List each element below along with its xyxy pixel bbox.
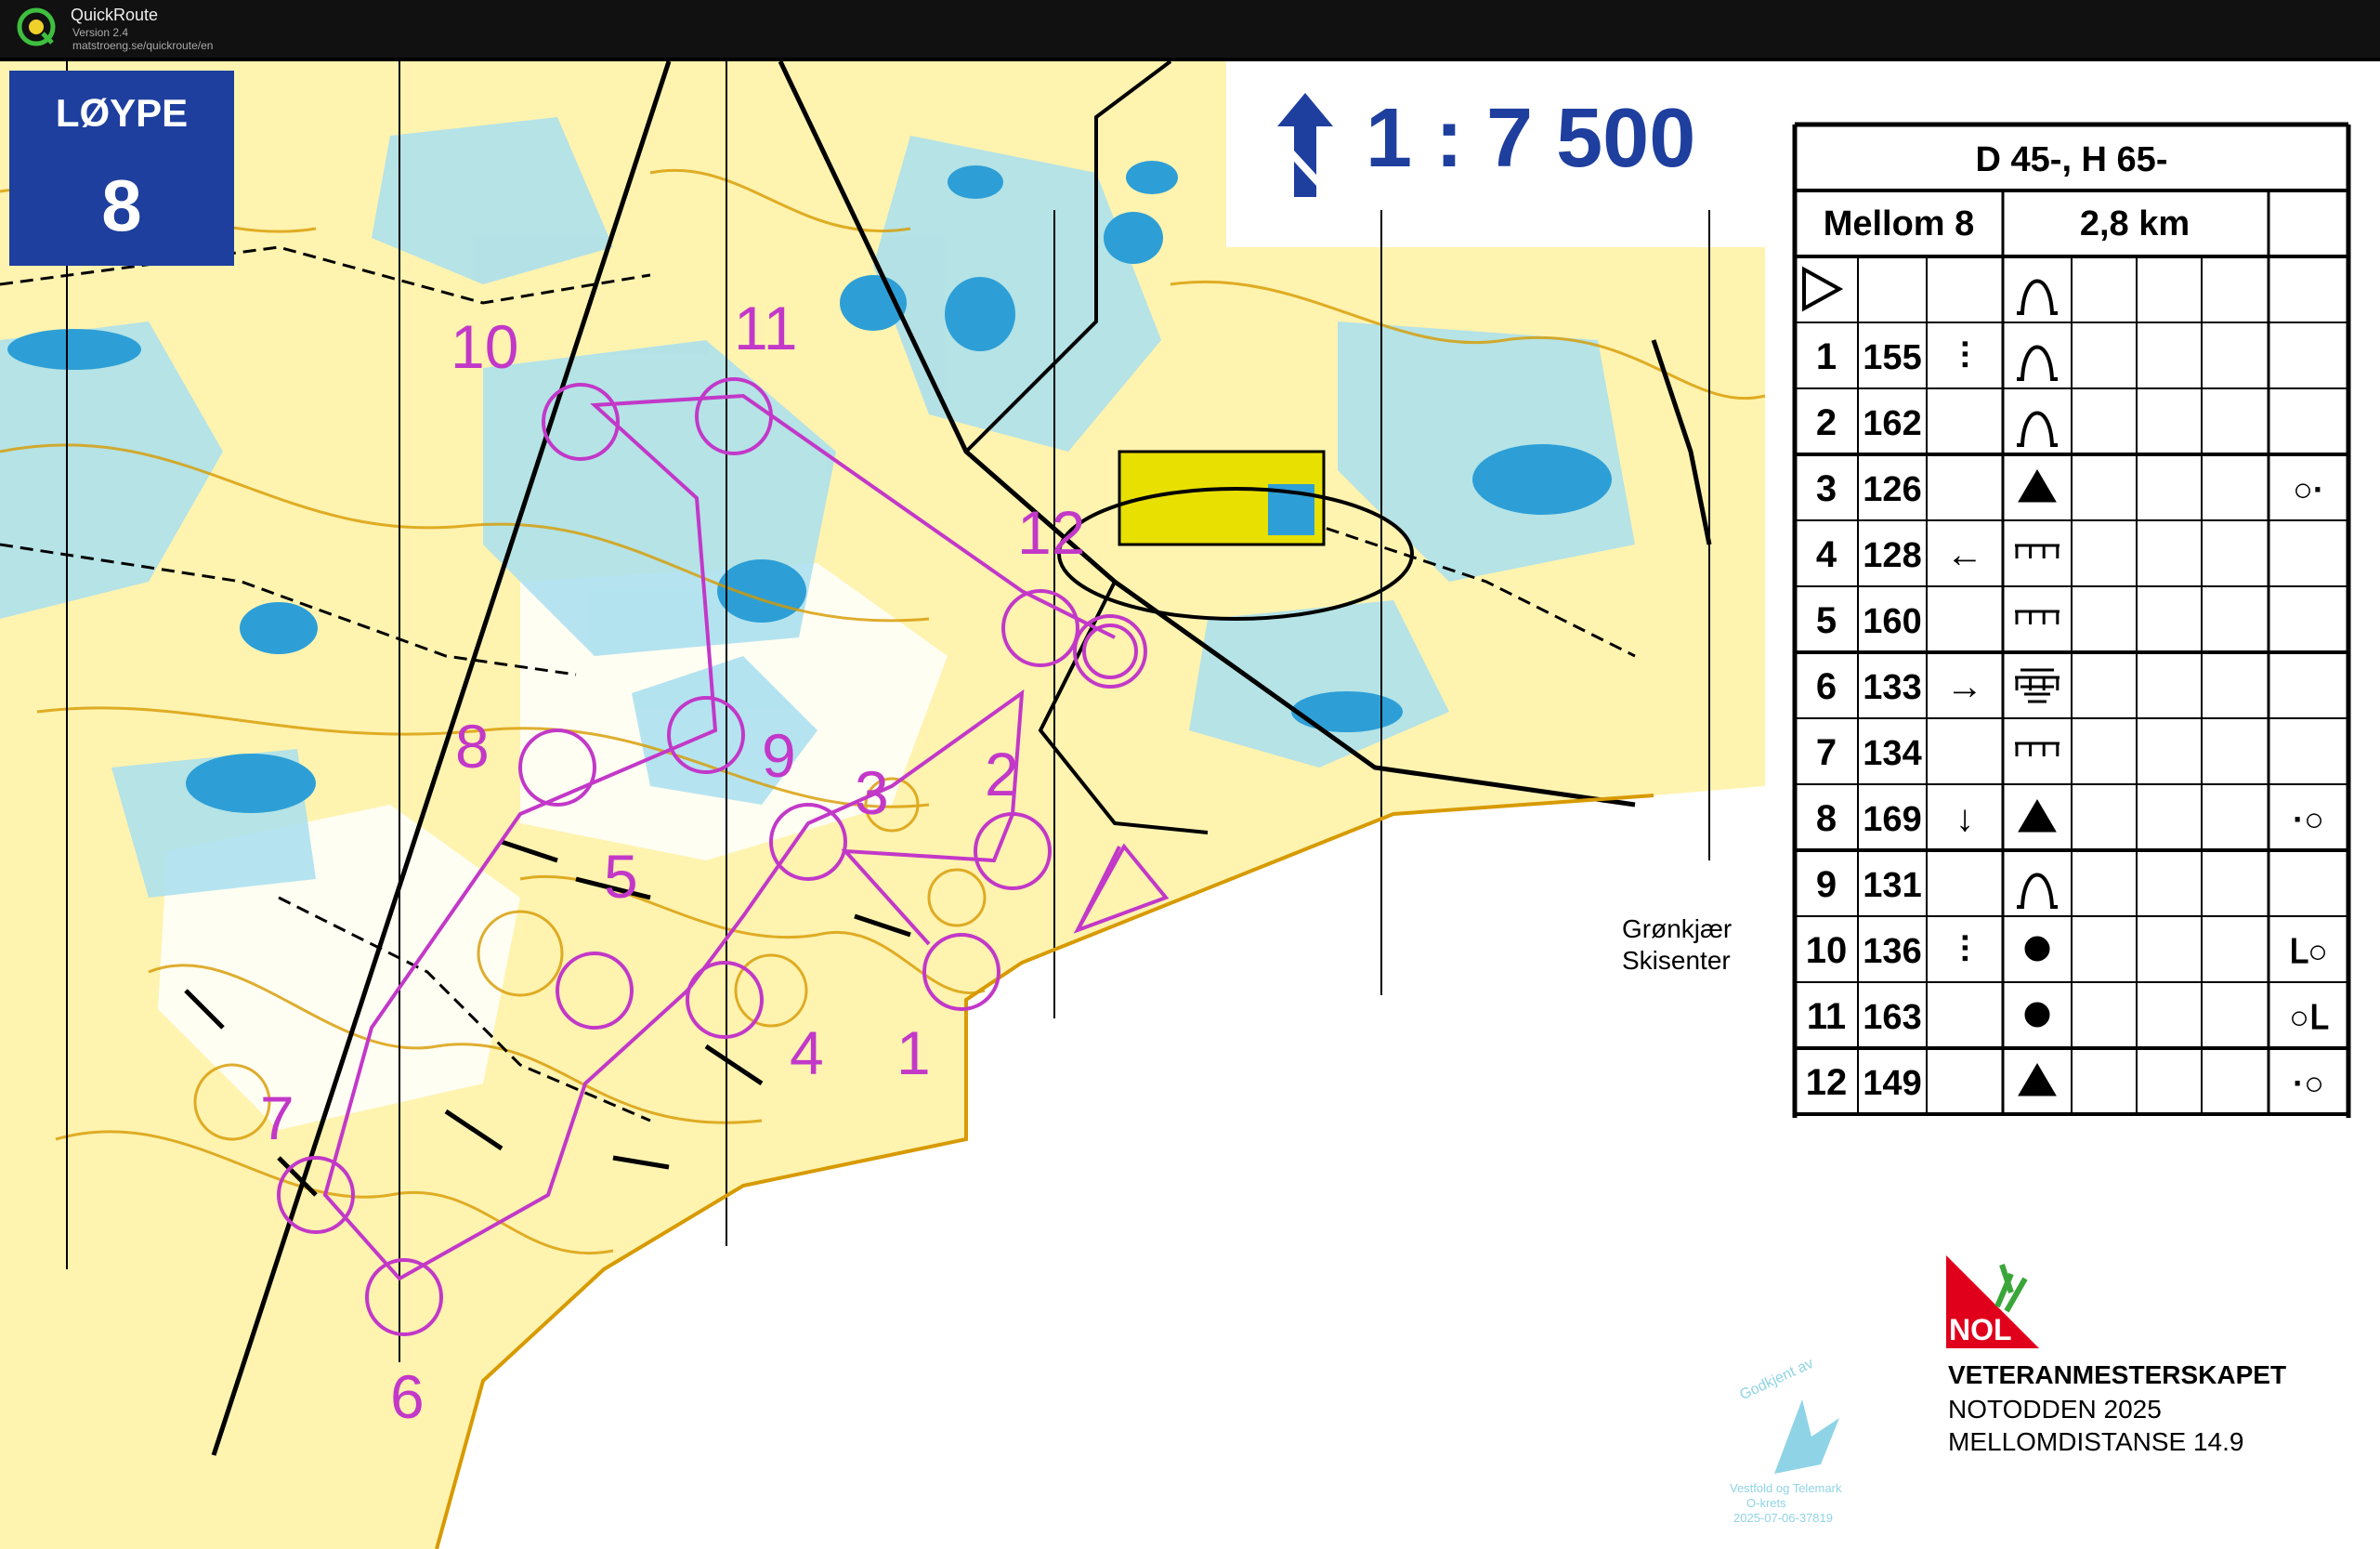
control-label: 1: [896, 1018, 931, 1087]
control-code: 128: [1863, 536, 1921, 575]
dot-icon: [2024, 936, 2050, 962]
control-code: 160: [1863, 602, 1921, 641]
app-name: QuickRoute: [71, 6, 159, 24]
location-symbol: ○ᒪ: [2289, 998, 2329, 1036]
app-url: matstroeng.se/quickroute/en: [72, 39, 214, 52]
control-code: 149: [1863, 1064, 1921, 1103]
location-symbol: ○·: [2293, 470, 2324, 508]
control-code: 136: [1863, 932, 1921, 971]
control-label: 5: [604, 842, 638, 911]
app-version: Version 2.4: [72, 26, 129, 39]
control-code: 162: [1863, 404, 1921, 443]
control-label: 2: [985, 740, 1019, 808]
control-description-card: D 45-, H 65-Mellom 8 2,8 km1 155 ⫶2 1623 126 ○…: [1791, 61, 2352, 1118]
dot-icon: [2024, 1002, 2050, 1028]
course-badge-title: LØYPE: [55, 91, 189, 135]
cliff-icon: [2015, 544, 2060, 558]
control-code: 134: [1863, 734, 1921, 773]
control-label: 9: [762, 721, 796, 790]
control-number: 2: [1816, 402, 1837, 443]
control-number: 12: [1806, 1062, 1848, 1103]
direction-symbol: ⫶: [1960, 930, 1969, 971]
direction-symbol: →: [1946, 666, 1983, 707]
boulder-icon: [2018, 1063, 2057, 1096]
control-label: 12: [1017, 498, 1085, 567]
control-number: 10: [1806, 930, 1848, 971]
knoll-icon: [2017, 873, 2058, 909]
control-number: 6: [1816, 666, 1837, 707]
control-label: 4: [790, 1018, 824, 1087]
card-course-length: 2,8 km: [2080, 204, 2190, 243]
control-code: 133: [1863, 668, 1921, 707]
control-label: 8: [455, 712, 490, 781]
control-number: 8: [1816, 798, 1837, 839]
control-number: 9: [1816, 864, 1837, 905]
control-number: 1: [1816, 336, 1837, 377]
direction-symbol: ⫶: [1960, 336, 1969, 377]
place-label: Skisenter: [1622, 946, 1731, 975]
start-triangle-icon: [1802, 266, 1844, 312]
control-code: 169: [1863, 800, 1921, 839]
title-bar: QuickRoute Version 2.4 matstroeng.se/qui…: [0, 0, 2380, 58]
scale-box: 1 : 7 500: [1245, 71, 1728, 210]
control-label: 6: [390, 1362, 425, 1431]
course-badge: LØYPE 8: [9, 71, 234, 266]
quickroute-logo-icon: [17, 7, 56, 46]
control-code: 131: [1863, 866, 1921, 905]
stamp-text: O-krets: [1746, 1496, 1786, 1510]
control-label: 11: [734, 294, 798, 362]
control-code: 163: [1863, 998, 1921, 1037]
bank-icon: [2015, 668, 2060, 703]
card-header: D 45-, H 65-: [1976, 140, 2168, 179]
location-symbol: ·○: [2293, 800, 2324, 838]
nol-logo-text: NOL: [1949, 1313, 2012, 1346]
event-title: VETERANMESTERSKAPET: [1948, 1360, 2287, 1389]
cliff-icon: [2015, 610, 2060, 624]
map-scale: 1 : 7 500: [1366, 92, 1696, 185]
cliff-icon: [2015, 742, 2060, 756]
location-symbol: ·○: [2293, 1064, 2324, 1102]
boulder-icon: [2018, 469, 2057, 503]
control-number: 5: [1816, 600, 1837, 641]
control-label: 10: [451, 312, 518, 381]
direction-symbol: ←: [1946, 534, 1983, 575]
control-number: 7: [1816, 732, 1837, 773]
course-badge-number: 8: [101, 164, 142, 246]
control-number: 11: [1807, 996, 1846, 1037]
knoll-icon: [2017, 279, 2058, 315]
stamp-text: Vestfold og Telemark: [1730, 1481, 1842, 1495]
knoll-icon: [2017, 345, 2058, 381]
north-arrow-icon: [1277, 93, 1333, 197]
event-type: MELLOMDISTANSE 14.9: [1948, 1427, 2244, 1456]
direction-symbol: ↓: [1955, 798, 1974, 839]
control-number: 3: [1816, 468, 1837, 509]
card-course-name: Mellom 8: [1824, 204, 1975, 243]
event-place: NOTODDEN 2025: [1948, 1395, 2162, 1424]
control-code: 155: [1863, 338, 1921, 377]
control-code: 126: [1863, 470, 1921, 509]
card-text: D 45-, H 65-Mellom 8 2,8 km1 155 ⫶2 1623 126 ○…: [1806, 140, 2329, 1103]
place-label: Grønkjær: [1622, 914, 1733, 943]
boulder-icon: [2018, 799, 2057, 833]
control-number: 4: [1816, 534, 1837, 575]
location-symbol: ᒪ○: [2289, 932, 2328, 970]
control-label: 7: [260, 1083, 294, 1152]
control-label: 3: [855, 758, 889, 827]
stamp-text: 2025-07-06-37819: [1733, 1511, 1833, 1525]
knoll-icon: [2017, 411, 2058, 447]
